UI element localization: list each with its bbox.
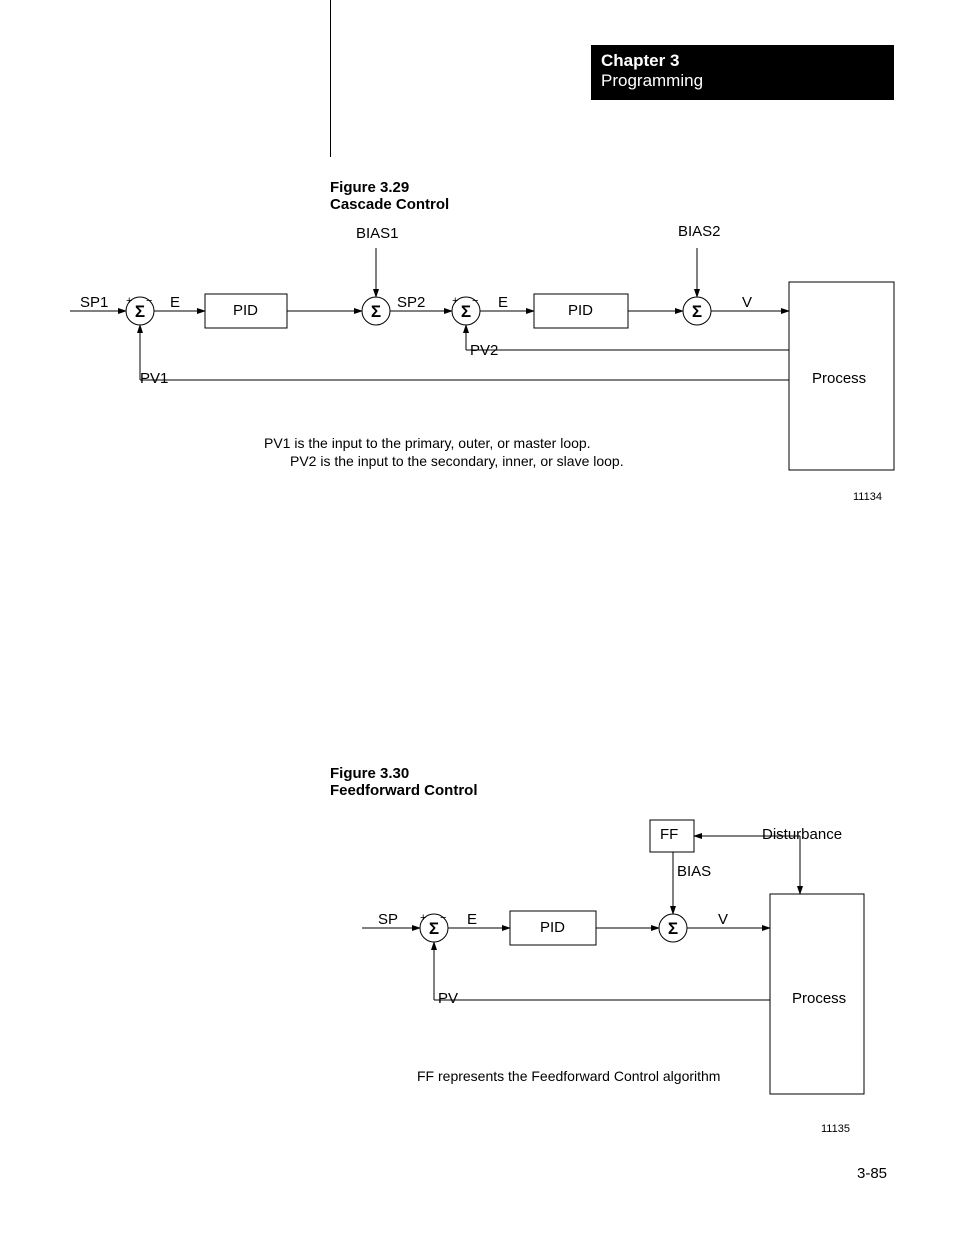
fig2-e: E (467, 911, 477, 928)
page-number: 3-85 (857, 1165, 887, 1182)
fig2-ff: FF (660, 826, 678, 843)
svg-text:Σ: Σ (429, 919, 439, 938)
fig2-bias: BIAS (677, 863, 711, 880)
fig2-pv: PV (438, 990, 458, 1007)
fig2-note1: FF represents the Feedforward Control al… (417, 1068, 720, 1084)
svg-text:Σ: Σ (668, 919, 678, 938)
fig2-image-id: 11135 (821, 1123, 850, 1135)
fig2-v: V (718, 911, 728, 928)
fig2-pid: PID (540, 919, 565, 936)
svg-text:−: − (440, 912, 446, 924)
svg-text:+: + (420, 912, 426, 924)
figure2-diagram: Σ Σ + − (0, 0, 954, 1235)
fig2-process: Process (792, 990, 846, 1007)
fig2-disturbance: Disturbance (762, 826, 842, 843)
fig2-sp: SP (378, 911, 398, 928)
